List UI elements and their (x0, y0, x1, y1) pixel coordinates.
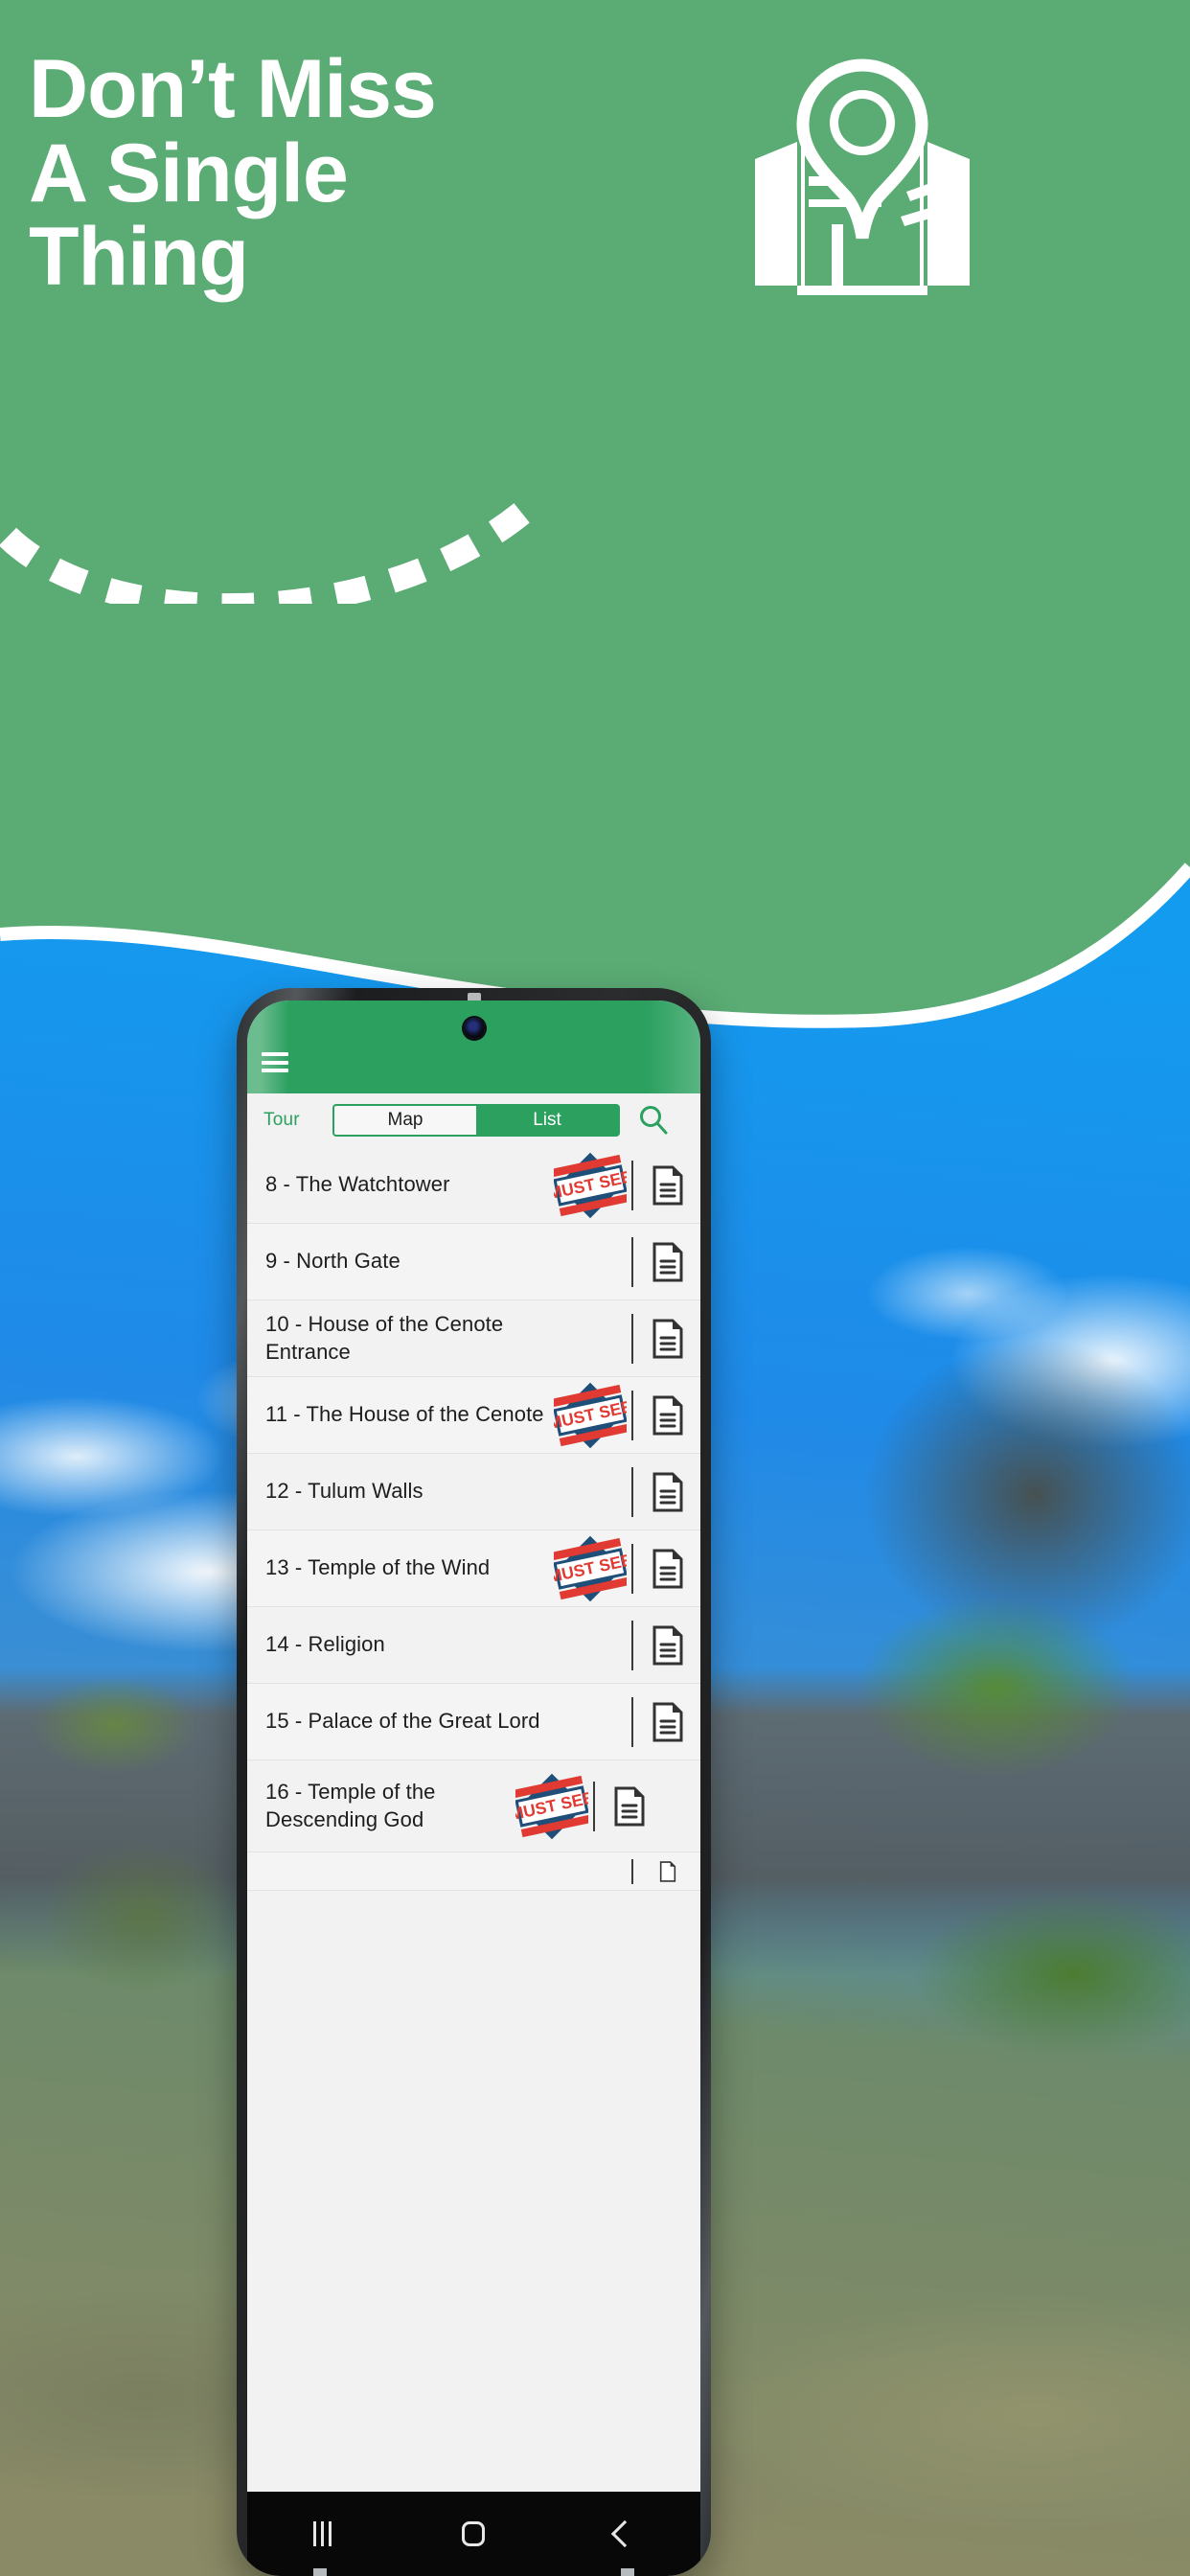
row-divider (631, 1858, 633, 1884)
document-icon (652, 1242, 683, 1281)
list-item-title: 10 - House of the Cenote Entrance (265, 1312, 504, 1364)
search-icon[interactable] (633, 1100, 674, 1140)
row-divider (593, 1781, 595, 1831)
list-item-title: 14 - Religion (265, 1632, 385, 1657)
list-item[interactable]: 15 - Palace of the Great Lord (247, 1684, 700, 1760)
list-item[interactable]: 10 - House of the Cenote Entrance (247, 1300, 700, 1377)
app-bar (247, 1000, 700, 1093)
open-book-map-with-location-pin-icon (738, 46, 987, 295)
tab-map[interactable]: Map (334, 1106, 476, 1135)
hamburger-menu-icon[interactable] (262, 1052, 288, 1072)
list-item-title: 13 - Temple of the Wind (265, 1555, 491, 1580)
list-item[interactable]: 9 - North Gate (247, 1224, 700, 1300)
document-icon (652, 1702, 683, 1741)
document-icon (652, 1625, 683, 1665)
phone-screen: Tour Map List 8 - The Watchtower MUST SE… (247, 1000, 700, 2576)
document-icon (652, 1395, 683, 1435)
list-item[interactable] (247, 1852, 700, 1891)
list-item-title: 9 - North Gate (265, 1249, 400, 1274)
document-icon (614, 1786, 645, 1826)
list-item-title: 12 - Tulum Walls (265, 1479, 423, 1504)
document-button[interactable] (635, 1549, 700, 1589)
must-see-badge: MUST SEE (515, 1773, 588, 1839)
front-camera-icon (463, 1018, 485, 1039)
document-button[interactable] (635, 1625, 700, 1666)
row-divider (631, 1543, 633, 1594)
phone-bottom-trim (237, 2568, 711, 2576)
document-button[interactable] (635, 1702, 700, 1742)
list-item[interactable]: 16 - Temple of the Descending God MUST S… (247, 1760, 700, 1852)
row-divider (631, 1390, 633, 1440)
document-button[interactable] (635, 1165, 700, 1206)
document-button[interactable] (635, 1242, 700, 1282)
home-icon[interactable] (430, 2505, 516, 2563)
list-item-title: 15 - Palace of the Great Lord (265, 1709, 540, 1734)
list-item-title: 11 - The House of the Cenote (265, 1402, 544, 1427)
must-see-badge: MUST SEE (554, 1382, 627, 1448)
promo-screenshot: Don’t Miss A Single Thing Tour Map List … (0, 0, 1190, 2576)
back-icon[interactable] (582, 2505, 668, 2563)
document-icon (652, 1165, 683, 1205)
list-item[interactable]: 8 - The Watchtower MUST SEE (247, 1147, 700, 1224)
row-divider (631, 1620, 633, 1670)
hero-panel: Don’t Miss A Single Thing (0, 0, 1190, 1112)
must-see-badge: MUST SEE (554, 1152, 627, 1218)
list-item[interactable]: 11 - The House of the Cenote MUST SEE (247, 1377, 700, 1454)
document-button[interactable] (597, 1786, 662, 1827)
map-list-segmented-control[interactable]: Map List (332, 1104, 620, 1137)
must-see-badge-slot: MUST SEE (551, 1534, 629, 1603)
row-divider (631, 1696, 633, 1747)
document-icon (652, 1472, 683, 1511)
document-icon (659, 1860, 676, 1882)
must-see-badge-slot: MUST SEE (551, 1151, 629, 1220)
list-item[interactable]: 12 - Tulum Walls (247, 1454, 700, 1530)
list-item-title: 8 - The Watchtower (265, 1172, 450, 1197)
list-item-title: 16 - Temple of the Descending God (265, 1780, 436, 1831)
document-button[interactable] (635, 1319, 700, 1359)
tab-list[interactable]: List (476, 1106, 618, 1135)
row-divider (631, 1313, 633, 1364)
must-see-badge-slot: MUST SEE (513, 1772, 591, 1841)
document-icon (652, 1549, 683, 1588)
screen-label: Tour (263, 1110, 300, 1130)
document-button[interactable] (635, 1395, 700, 1436)
recents-icon[interactable] (280, 2505, 366, 2563)
row-divider (631, 1466, 633, 1517)
row-divider (631, 1160, 633, 1210)
document-button[interactable] (635, 1472, 700, 1512)
must-see-badge: MUST SEE (554, 1535, 627, 1601)
dashed-curve-arc-icon (0, 489, 556, 604)
row-divider (631, 1236, 633, 1287)
tour-stop-list[interactable]: 8 - The Watchtower MUST SEE 9 - North Ga… (247, 1147, 700, 1891)
page-title: Don’t Miss A Single Thing (29, 43, 437, 304)
phone-mockup: Tour Map List 8 - The Watchtower MUST SE… (237, 988, 711, 2576)
list-item[interactable]: 13 - Temple of the Wind MUST SEE (247, 1530, 700, 1607)
screen-edge-glare (247, 1000, 700, 1093)
list-item[interactable]: 14 - Religion (247, 1607, 700, 1684)
document-icon (652, 1319, 683, 1358)
android-nav-bar (247, 2492, 700, 2576)
must-see-badge-slot: MUST SEE (551, 1381, 629, 1450)
toolbar: Tour Map List (247, 1093, 700, 1147)
document-button[interactable] (635, 1860, 700, 1882)
